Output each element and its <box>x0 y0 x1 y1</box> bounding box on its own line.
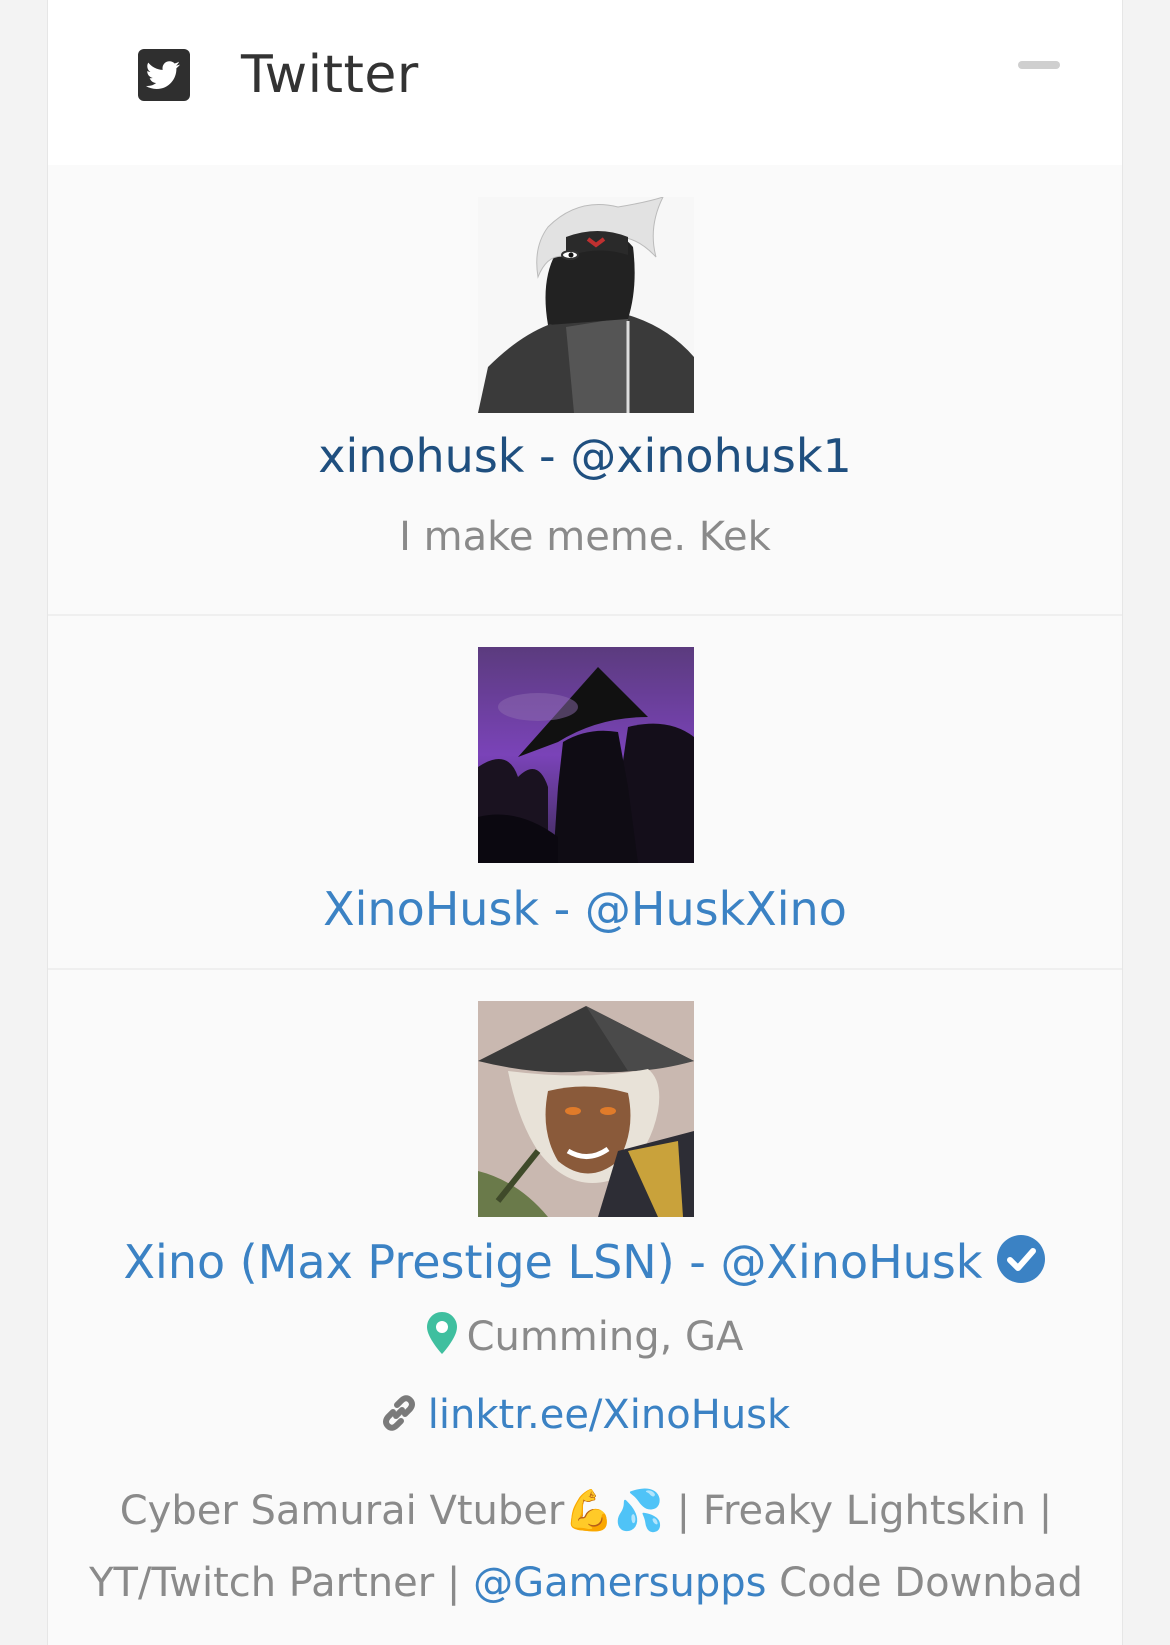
map-pin-icon <box>426 1312 457 1354</box>
account-name-text[interactable]: Xino (Max Prestige LSN) - @XinoHusk <box>124 1235 983 1289</box>
account-location: Cumming, GA <box>48 1312 1122 1362</box>
avatar[interactable] <box>478 197 694 413</box>
twitter-square-icon <box>138 49 190 101</box>
panel-header: Twitter <box>48 0 1122 165</box>
account-name-link[interactable]: Xino (Max Prestige LSN) - @XinoHusk <box>48 1234 1122 1290</box>
bio-emoji: 💪💦 <box>564 1488 664 1534</box>
account-bio: Cyber Samurai Vtuber💪💦 | Freaky Lightski… <box>68 1475 1104 1619</box>
account-website[interactable]: linktr.ee/XinoHusk <box>48 1390 1122 1440</box>
account-name-link[interactable]: xinohusk - @xinohusk1 <box>48 428 1122 484</box>
twitter-panel: Twitter xinohusk - @xinohusk1 I make mem… <box>47 0 1123 1645</box>
link-icon <box>382 1395 415 1431</box>
bio-mention-link[interactable]: @Gamersupps <box>473 1560 766 1606</box>
bio-text: Code Downbad <box>766 1560 1083 1606</box>
divider <box>48 968 1122 970</box>
panel-title: Twitter <box>241 45 419 105</box>
avatar[interactable] <box>478 647 694 863</box>
divider <box>48 614 1122 616</box>
minus-icon[interactable] <box>1016 52 1064 78</box>
bio-text: Cyber Samurai Vtuber <box>119 1488 565 1534</box>
verified-check-icon <box>997 1235 1046 1283</box>
location-text: Cumming, GA <box>466 1314 744 1360</box>
account-name-link[interactable]: XinoHusk - @HuskXino <box>48 881 1122 937</box>
avatar[interactable] <box>478 1001 694 1217</box>
account-description: I make meme. Kek <box>399 514 771 560</box>
website-link[interactable]: linktr.ee/XinoHusk <box>428 1392 790 1438</box>
